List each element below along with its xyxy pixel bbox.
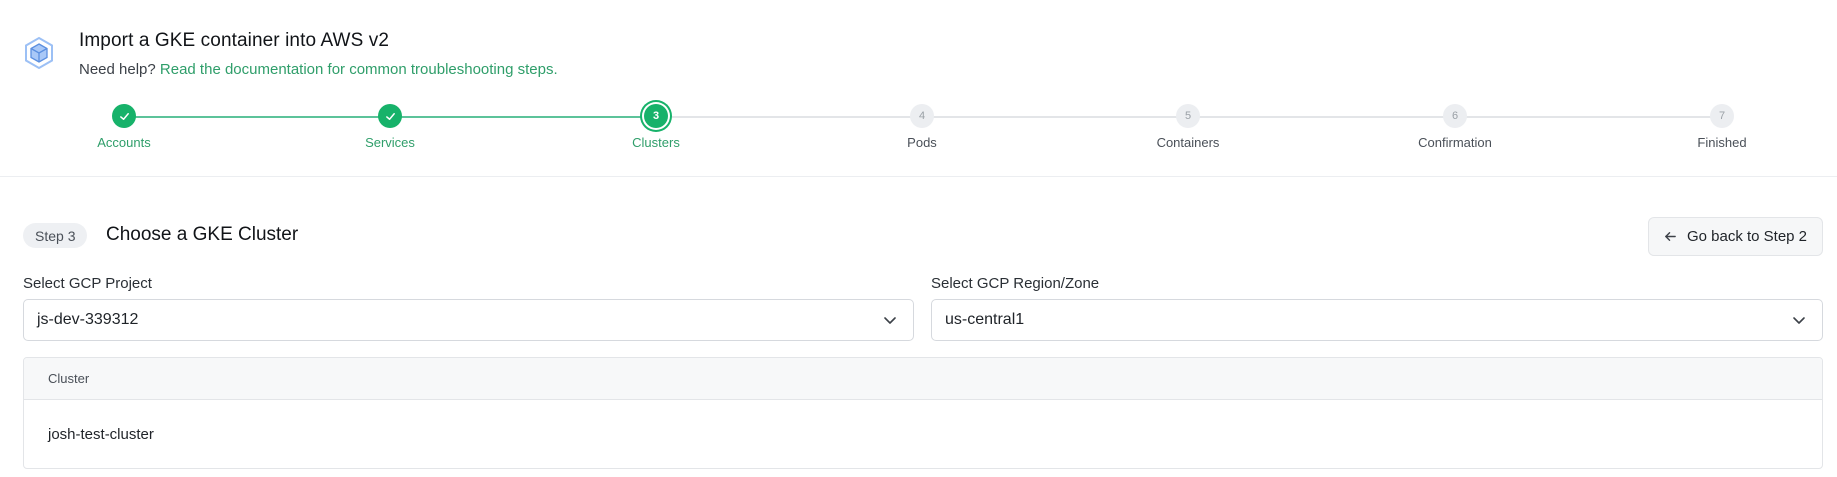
arrow-left-icon — [1665, 232, 1676, 241]
step-number: 7 — [1710, 104, 1734, 128]
check-icon — [378, 104, 402, 128]
cluster-table: Cluster josh-test-cluster — [23, 357, 1823, 469]
progress-stepper: Accounts Services 3 Clusters 4 Pods 5 Co… — [0, 100, 1837, 160]
step-badge: Step 3 — [23, 223, 88, 248]
chevron-down-icon — [884, 317, 896, 324]
region-select-label: Select GCP Region/Zone — [931, 275, 1100, 292]
documentation-link[interactable]: Read the documentation for common troubl… — [160, 61, 558, 78]
section-title: Choose a GKE Cluster — [106, 224, 299, 245]
step-number: 5 — [1176, 104, 1200, 128]
region-select-value: us-central1 — [945, 311, 1025, 328]
column-header-cluster: Cluster — [48, 371, 90, 386]
go-back-label: Go back to Step 2 — [1686, 228, 1808, 245]
step-clusters[interactable]: 3 Clusters — [581, 100, 731, 150]
step-label: Pods — [907, 135, 937, 150]
step-pods: 4 Pods — [847, 100, 997, 150]
step-number: 3 — [644, 104, 668, 128]
page-title: Import a GKE container into AWS v2 — [79, 30, 389, 51]
help-text: Need help? Read the documentation for co… — [79, 61, 558, 78]
step-accounts[interactable]: Accounts — [49, 100, 199, 150]
region-select[interactable]: us-central1 — [931, 299, 1823, 341]
page-header: Import a GKE container into AWS v2 Need … — [0, 0, 1837, 177]
project-select-value: js-dev-339312 — [37, 311, 139, 328]
step-label: Containers — [1156, 135, 1220, 150]
step-label: Services — [365, 135, 415, 150]
step-containers: 5 Containers — [1113, 100, 1263, 150]
step-label: Clusters — [632, 135, 680, 150]
step-label: Finished — [1697, 135, 1747, 150]
table-row[interactable]: josh-test-cluster — [24, 400, 1822, 468]
chevron-down-icon — [1793, 317, 1805, 324]
project-select-label: Select GCP Project — [23, 275, 152, 292]
check-icon — [112, 104, 136, 128]
go-back-button[interactable]: Go back to Step 2 — [1648, 217, 1823, 256]
project-select[interactable]: js-dev-339312 — [23, 299, 914, 341]
step-finished: 7 Finished — [1647, 100, 1797, 150]
cluster-name-cell: josh-test-cluster — [48, 425, 154, 443]
table-header: Cluster — [24, 358, 1822, 400]
step-number: 4 — [910, 104, 934, 128]
step-label: Accounts — [97, 135, 151, 150]
cube-logo-icon — [25, 36, 53, 70]
step-number: 6 — [1443, 104, 1467, 128]
step-confirmation: 6 Confirmation — [1380, 100, 1530, 150]
step-label: Confirmation — [1418, 135, 1492, 150]
step-services[interactable]: Services — [315, 100, 465, 150]
help-prefix: Need help? — [79, 61, 156, 78]
